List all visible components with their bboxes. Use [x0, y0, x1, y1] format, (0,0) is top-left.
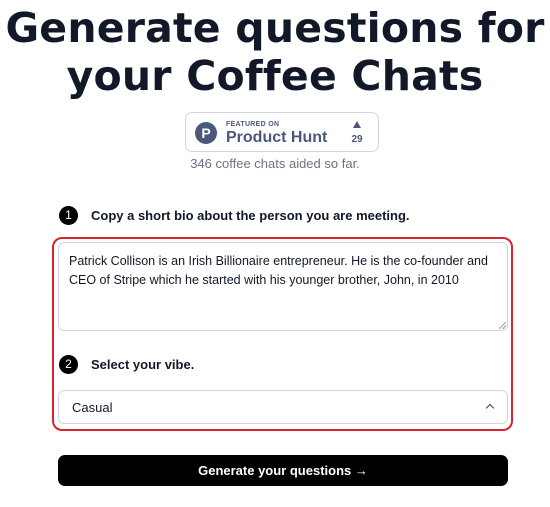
- bio-text-line-2: CEO of Stripe which he started with his …: [69, 273, 459, 287]
- step-1-label: Copy a short bio about the person you ar…: [91, 208, 410, 223]
- step-2-badge: 2: [59, 355, 78, 374]
- upvote-arrow-icon: [353, 121, 361, 128]
- product-hunt-featured-label: FEATURED ON: [226, 121, 280, 128]
- vibe-select[interactable]: Casual: [58, 390, 508, 424]
- step-2-label: Select your vibe.: [91, 357, 195, 372]
- product-hunt-logo-icon: P: [195, 122, 217, 144]
- bio-text-line-1: Patrick Collison is an Irish Billionaire…: [69, 254, 488, 268]
- coffee-chats-count: 346 coffee chats aided so far.: [190, 156, 360, 171]
- product-hunt-vote-count: 29: [351, 134, 363, 145]
- chevron-up-icon: [485, 403, 495, 413]
- product-hunt-name: Product Hunt: [226, 129, 328, 146]
- page-title: Generate questions for your Coffee Chats: [0, 4, 550, 100]
- page-title-line-2: your Coffee Chats: [66, 52, 484, 100]
- page-title-line-1: Generate questions for: [5, 4, 545, 52]
- generate-questions-button[interactable]: Generate your questions →: [58, 455, 508, 486]
- product-hunt-badge[interactable]: P FEATURED ON Product Hunt 29: [185, 112, 379, 152]
- textarea-resize-handle[interactable]: [499, 322, 506, 329]
- bio-textarea[interactable]: Patrick Collison is an Irish Billionaire…: [58, 242, 508, 331]
- step-1-badge: 1: [59, 206, 78, 225]
- vibe-selected-value: Casual: [72, 400, 113, 415]
